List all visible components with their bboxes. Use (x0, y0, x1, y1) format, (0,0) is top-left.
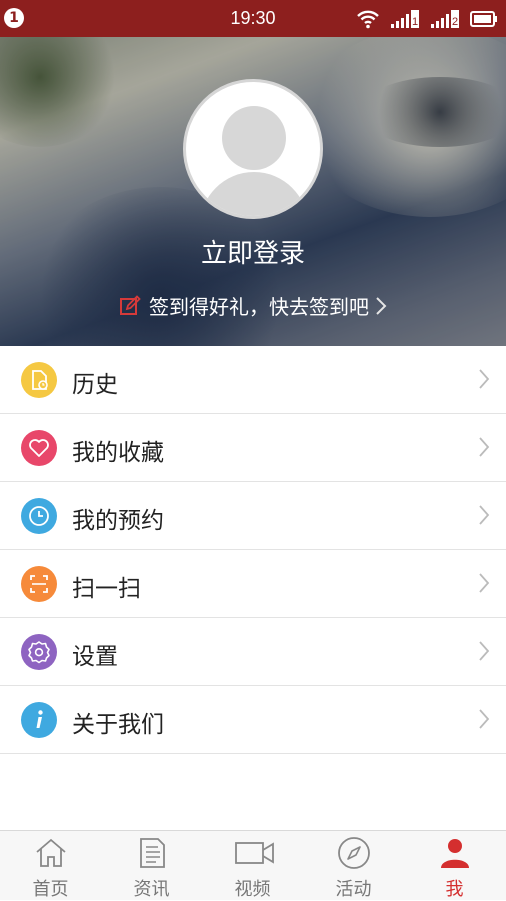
chevron-right-icon (479, 641, 490, 661)
chevron-right-icon (479, 709, 490, 729)
chevron-right-icon (479, 573, 490, 593)
menu-item-label: 关于我们 (72, 712, 164, 738)
signal-sim2-icon: 2 (430, 9, 459, 28)
login-button[interactable]: 立即登录 (0, 233, 506, 270)
battery-icon (470, 10, 497, 27)
chevron-right-icon (479, 505, 490, 525)
compass-icon (338, 837, 370, 869)
scan-icon (21, 566, 57, 602)
tab-label: 资讯 (133, 879, 170, 900)
menu-list: 历史 我的收藏 我的预约 扫一扫 设置 关于我们 (0, 346, 506, 754)
chevron-right-icon (479, 437, 490, 457)
heart-icon (21, 430, 57, 466)
wifi-icon (356, 10, 379, 28)
chevron-right-icon (479, 369, 490, 389)
avatar[interactable] (183, 79, 323, 219)
status-bar: 1 19:30 1 2 (0, 0, 506, 37)
bottom-tab-bar: 首页 资讯 视频 活动 我 (0, 830, 506, 900)
chevron-right-icon (375, 296, 387, 321)
edit-icon (119, 295, 141, 322)
tab-home[interactable]: 首页 (0, 831, 101, 901)
menu-item-about[interactable]: 关于我们 (0, 686, 506, 754)
history-icon (21, 362, 57, 398)
tab-me[interactable]: 我 (404, 831, 505, 901)
menu-item-label: 扫一扫 (72, 576, 141, 602)
video-camera-icon (235, 842, 274, 864)
menu-item-label: 我的预约 (72, 508, 164, 534)
signal-sim1-icon: 1 (390, 9, 419, 28)
tab-label: 视频 (234, 879, 271, 900)
tab-news[interactable]: 资讯 (101, 831, 202, 901)
status-icons: 1 2 (351, 8, 498, 30)
tab-activities[interactable]: 活动 (303, 831, 404, 901)
sim1-label: 1 (412, 16, 418, 28)
tab-label: 我 (445, 879, 464, 900)
user-icon (441, 839, 469, 868)
tab-video[interactable]: 视频 (202, 831, 303, 901)
menu-item-settings[interactable]: 设置 (0, 618, 506, 686)
menu-item-history[interactable]: 历史 (0, 346, 506, 414)
menu-item-favorites[interactable]: 我的收藏 (0, 414, 506, 482)
profile-header: 立即登录 签到得好礼，快去签到吧 (0, 37, 506, 346)
menu-item-reservations[interactable]: 我的预约 (0, 482, 506, 550)
menu-item-label: 设置 (72, 644, 118, 670)
menu-item-label: 历史 (72, 372, 118, 398)
menu-item-label: 我的收藏 (72, 440, 164, 466)
gear-icon (21, 634, 57, 670)
sim2-label: 2 (452, 16, 458, 28)
menu-item-scan[interactable]: 扫一扫 (0, 550, 506, 618)
tab-label: 首页 (32, 879, 69, 900)
clock-icon (21, 498, 57, 534)
signin-link[interactable]: 签到得好礼，快去签到吧 (0, 291, 506, 322)
document-icon (140, 838, 165, 868)
home-icon (36, 838, 66, 867)
info-icon (21, 702, 57, 738)
tab-label: 活动 (335, 879, 372, 900)
signin-prompt: 签到得好礼，快去签到吧 (149, 295, 369, 319)
